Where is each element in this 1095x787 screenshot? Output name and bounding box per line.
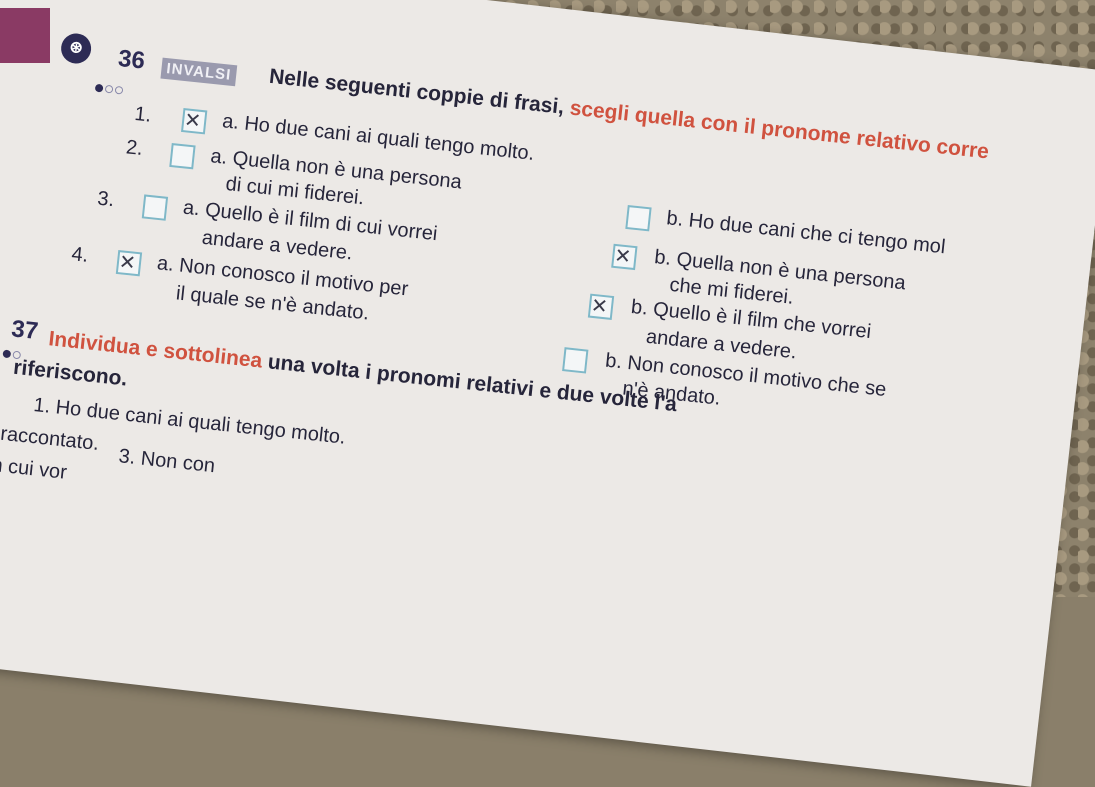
difficulty-dot-empty <box>104 84 114 94</box>
exercise-content: ⊛ 36 INVALSI Nelle seguenti coppie di fr… <box>0 0 1095 699</box>
item-2-a-checkbox[interactable] <box>169 143 196 170</box>
instruction-highlight: scegli quella con il pronome relativo co… <box>568 96 991 164</box>
exercise-37-line-2a: raccontato. <box>0 422 101 455</box>
exercise-37-instruction-cont: riferiscono. <box>12 355 129 391</box>
item-4-b-checkbox[interactable] <box>562 347 589 374</box>
item-4-number: 4. <box>70 243 90 267</box>
exercise-number-37: 37 <box>10 315 40 345</box>
item-1-number: 1. <box>133 103 153 127</box>
difficulty-dots <box>94 79 126 100</box>
difficulty-dot-filled <box>2 349 12 359</box>
difficulty-dot-filled <box>94 83 104 93</box>
item-3-a-checkbox[interactable] <box>141 194 169 221</box>
instruction-plain: Nelle seguenti coppie di frasi, <box>268 64 572 120</box>
item-1-a-checkbox[interactable] <box>180 108 208 135</box>
item-3-number: 3. <box>96 187 116 212</box>
invalsi-tag: INVALSI <box>160 57 238 87</box>
item-3-b-checkbox[interactable] <box>587 293 615 320</box>
item-2-number: 2. <box>124 136 144 160</box>
item-2-b-checkbox[interactable] <box>611 243 638 271</box>
level-badge-icon: ⊛ <box>59 32 93 65</box>
exercise-37-line-3: in cui vor <box>0 453 68 484</box>
exercise-number-36: 36 <box>116 45 147 75</box>
item-1-b-checkbox[interactable] <box>625 205 652 232</box>
item-4-a-checkbox[interactable] <box>115 249 143 277</box>
difficulty-dot-empty <box>114 85 124 95</box>
exercise-37-line-2b: 3. Non con <box>117 445 217 478</box>
